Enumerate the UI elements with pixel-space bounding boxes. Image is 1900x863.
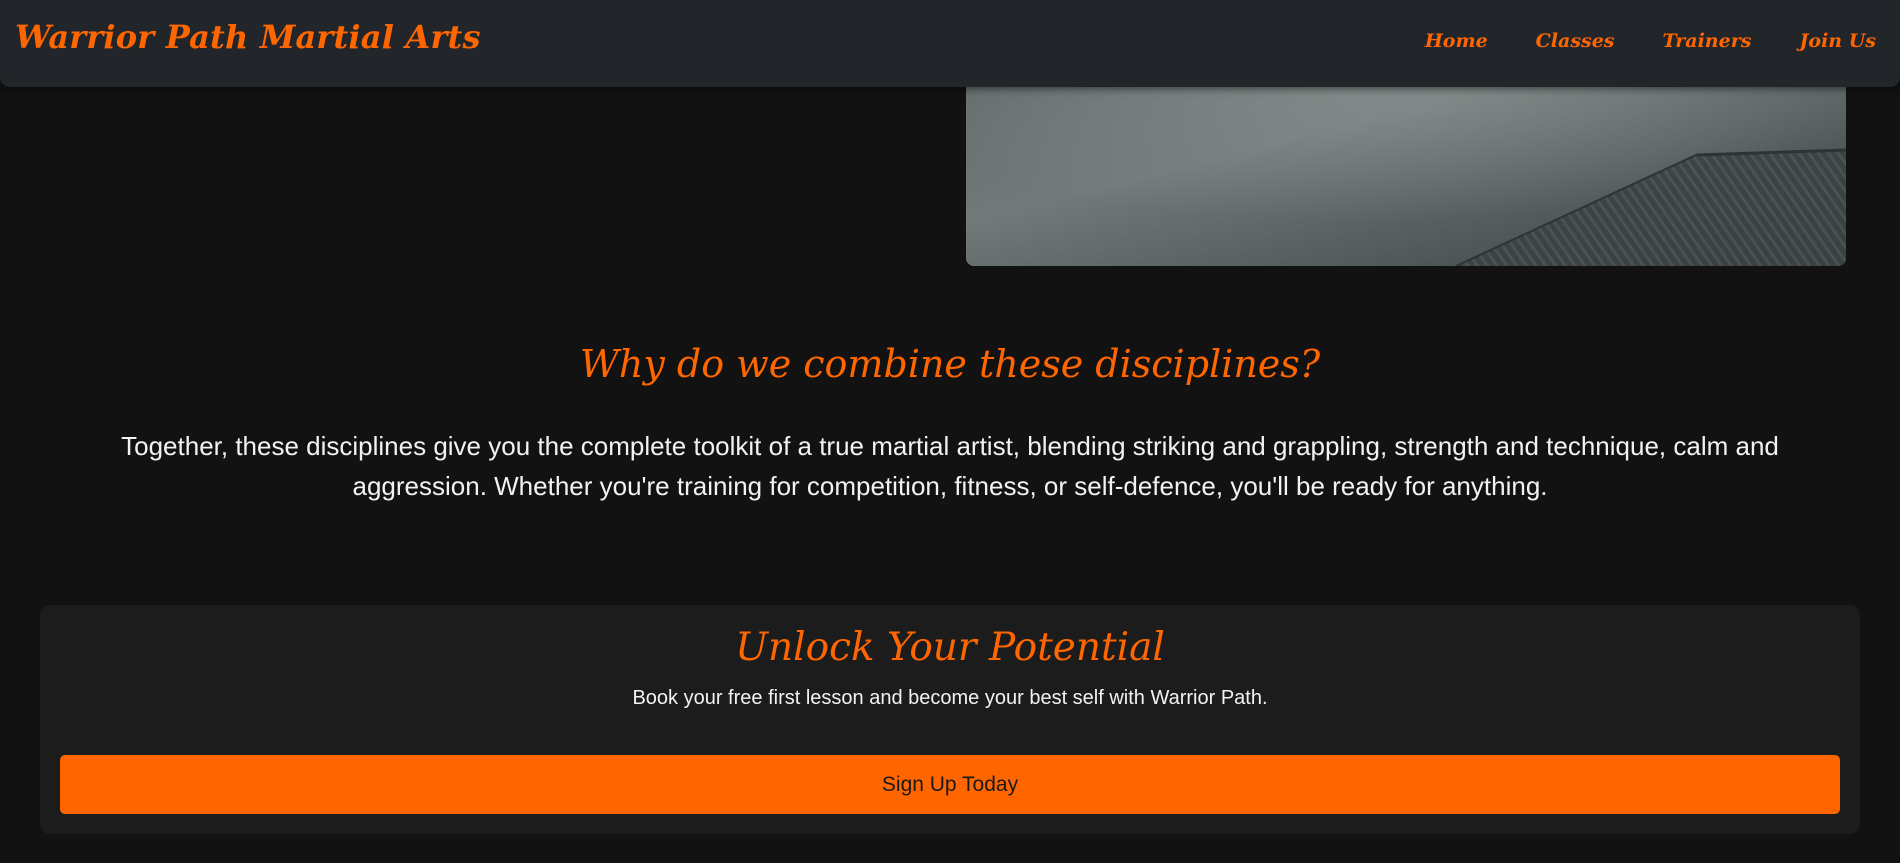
cta-heading: Unlock Your Potential [735, 625, 1165, 670]
nav-link-trainers[interactable]: Trainers [1663, 30, 1752, 52]
brand-logo-text[interactable]: Warrior Path Martial Arts [15, 18, 481, 56]
sign-up-button[interactable]: Sign Up Today [60, 755, 1840, 814]
nav-links: Home Classes Trainers Join Us [1377, 30, 1876, 52]
nav-link-classes[interactable]: Classes [1536, 30, 1615, 52]
cta-text: Book your free first lesson and become y… [632, 687, 1268, 709]
nav-link-home[interactable]: Home [1425, 30, 1488, 52]
why-heading: Why do we combine these disciplines? [579, 342, 1321, 386]
page: Warrior Path Martial Arts Home Classes T… [0, 0, 1900, 863]
why-paragraph: Together, these disciplines give you the… [121, 431, 1779, 501]
cta-card: Unlock Your Potential Book your free fir… [40, 605, 1860, 834]
nav-link-join-us[interactable]: Join Us [1799, 30, 1876, 52]
navbar: Warrior Path Martial Arts Home Classes T… [0, 0, 1900, 87]
